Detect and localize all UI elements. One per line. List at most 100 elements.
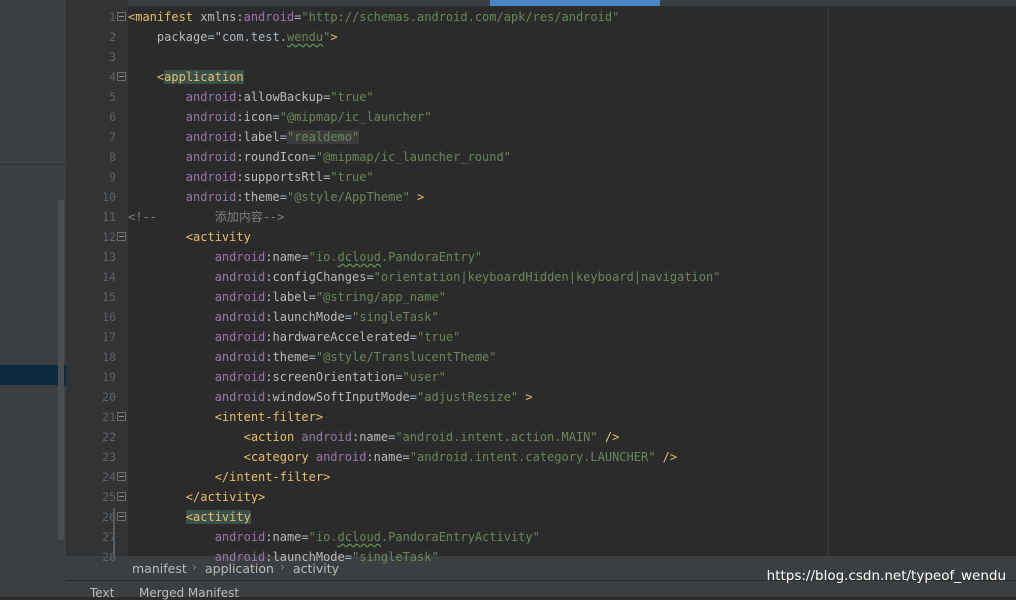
code-line[interactable]: android:theme="@style/TranslucentTheme" xyxy=(128,347,497,367)
code-line[interactable]: android:name="io.dcloud.PandoraEntryActi… xyxy=(128,527,540,547)
code-line[interactable]: <activity xyxy=(128,507,251,527)
code-token: android xyxy=(185,90,237,104)
code-token: :name xyxy=(351,430,389,444)
code-line[interactable]: android:theme="@style/AppTheme" > xyxy=(128,187,424,207)
watermark-url: https://blog.csdn.net/typeof_wendu xyxy=(766,568,1006,584)
code-token: android xyxy=(185,150,237,164)
tab-text[interactable]: Text xyxy=(90,586,114,600)
code-line[interactable]: <application xyxy=(128,67,244,87)
code-token: android xyxy=(214,390,266,404)
code-line[interactable]: package="com.test.wendu"> xyxy=(128,27,338,47)
code-token: "@mipmap/ic_launcher_round" xyxy=(315,150,511,164)
fold-toggle-icon[interactable] xyxy=(117,12,126,21)
code-token: :label xyxy=(236,130,280,144)
fold-toggle-icon[interactable] xyxy=(117,232,126,241)
code-line[interactable]: <action android:name="android.intent.act… xyxy=(128,427,620,447)
line-number: 11 xyxy=(102,210,116,224)
code-token: :launchMode xyxy=(265,310,345,324)
code-token: :configChanges xyxy=(265,270,367,284)
code-line[interactable]: android:configChanges="orientation|keybo… xyxy=(128,267,721,287)
code-token: :label xyxy=(265,290,309,304)
active-editor-tab[interactable] xyxy=(490,0,660,6)
code-token: "http://schemas.android.com/apk/res/andr… xyxy=(301,10,620,24)
code-line[interactable]: android:launchMode="singleTask" xyxy=(128,547,439,567)
line-number: 2 xyxy=(109,30,116,44)
code-token: :supportsRtl xyxy=(236,170,324,184)
fold-toggle-icon[interactable] xyxy=(117,412,126,421)
code-token: <action xyxy=(243,430,302,444)
code-line[interactable]: android:supportsRtl="true" xyxy=(128,167,374,187)
code-line[interactable]: </intent-filter> xyxy=(128,467,331,487)
line-number: 24 xyxy=(102,470,116,484)
code-token: :theme xyxy=(236,190,280,204)
selected-tree-item[interactable] xyxy=(0,365,66,385)
code-token: "true" xyxy=(417,330,461,344)
code-line[interactable]: android:icon="@mipmap/ic_launcher" xyxy=(128,107,432,127)
code-token: "@style/AppTheme" xyxy=(286,190,410,204)
code-line[interactable]: android:screenOrientation="user" xyxy=(128,367,446,387)
code-line[interactable]: android:hardwareAccelerated="true" xyxy=(128,327,461,347)
line-number: 28 xyxy=(102,550,116,564)
fold-toggle-icon[interactable] xyxy=(117,512,126,521)
code-line[interactable]: android:name="io.dcloud.PandoraEntry" xyxy=(128,247,482,267)
fold-toggle-icon[interactable] xyxy=(117,492,126,501)
code-token: <!-- 添加内容--> xyxy=(128,210,285,224)
code-token: android xyxy=(214,290,266,304)
project-tool-window[interactable] xyxy=(0,0,66,597)
code-token: = xyxy=(409,330,418,344)
code-token: :allowBackup xyxy=(236,90,324,104)
fold-toggle-icon[interactable] xyxy=(117,472,126,481)
code-token: = xyxy=(409,390,418,404)
line-number: 25 xyxy=(102,490,116,504)
code-token: = xyxy=(344,550,352,564)
code-token: "true" xyxy=(330,170,374,184)
fold-toggle-icon[interactable] xyxy=(117,72,126,81)
code-token: .PandoraEntryActivity" xyxy=(380,530,540,544)
line-number: 27 xyxy=(102,530,116,544)
code-line[interactable]: android:allowBackup="true" xyxy=(128,87,374,107)
code-token: </activity> xyxy=(185,490,266,504)
code-token: android xyxy=(301,430,352,444)
code-line[interactable]: <!-- 添加内容--> xyxy=(128,207,284,227)
line-number: 23 xyxy=(102,450,116,464)
code-token: :name xyxy=(265,250,302,264)
code-token: android xyxy=(214,350,266,364)
code-line[interactable]: <category android:name="android.intent.c… xyxy=(128,447,678,467)
code-line[interactable]: <activity xyxy=(128,227,251,247)
code-token: dcloud xyxy=(337,250,381,264)
code-token: = xyxy=(308,350,316,364)
code-line[interactable]: android:label="realdemo" xyxy=(128,127,360,147)
line-number: 13 xyxy=(102,250,116,264)
code-line[interactable]: </activity> xyxy=(128,487,265,507)
code-token: android xyxy=(214,250,266,264)
code-line[interactable]: android:roundIcon="@mipmap/ic_launcher_r… xyxy=(128,147,511,167)
code-token: > xyxy=(518,390,533,404)
code-line[interactable]: android:label="@string/app_name" xyxy=(128,287,446,307)
panel-scrollbar[interactable] xyxy=(58,200,64,540)
tab-merged-manifest[interactable]: Merged Manifest xyxy=(139,586,239,600)
code-token: android xyxy=(214,310,266,324)
line-number: 14 xyxy=(102,270,116,284)
right-margin-guide xyxy=(828,0,829,556)
code-token: <activity xyxy=(185,230,251,244)
line-number: 7 xyxy=(109,130,116,144)
code-token: application xyxy=(164,70,244,84)
code-token: > xyxy=(330,30,338,44)
code-line[interactable]: <intent-filter> xyxy=(128,407,323,427)
line-number: 6 xyxy=(109,110,116,124)
code-token: :name xyxy=(265,530,302,544)
line-number: 5 xyxy=(109,90,116,104)
code-token: <intent-filter> xyxy=(214,410,324,424)
code-line[interactable]: <manifest xmlns:android="http://schemas.… xyxy=(128,7,619,27)
code-line[interactable]: android:windowSoftInputMode="adjustResiz… xyxy=(128,387,533,407)
line-number: 12 xyxy=(102,230,116,244)
code-line[interactable]: android:launchMode="singleTask" xyxy=(128,307,439,327)
